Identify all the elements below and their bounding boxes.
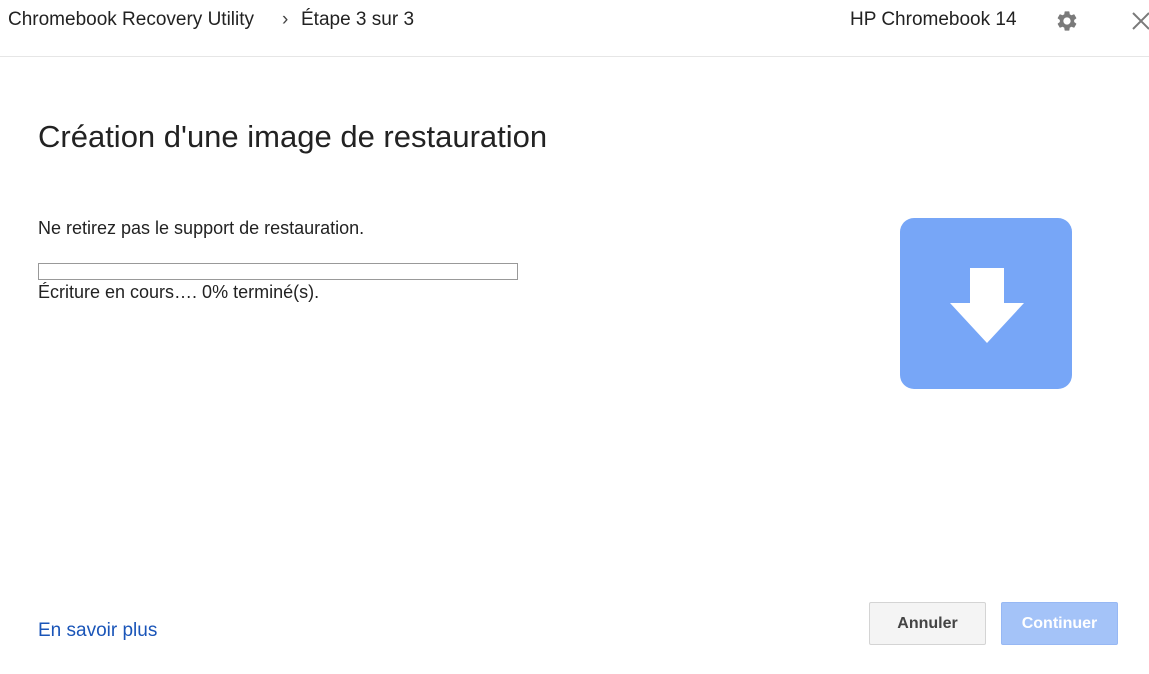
download-arrow-icon [900, 218, 1072, 389]
progress-status: Écriture en cours…. 0% terminé(s). [38, 282, 320, 302]
page-title: Création d'une image de restauration [38, 119, 548, 154]
step-label: Étape 3 sur 3 [301, 9, 415, 30]
close-icon[interactable] [1131, 11, 1149, 31]
app-title: Chromebook Recovery Utility [8, 9, 255, 30]
learn-more-link[interactable]: En savoir plus [38, 620, 157, 642]
cancel-button[interactable]: Annuler [869, 602, 986, 645]
header-bar: Chromebook Recovery Utility › Étape 3 su… [0, 0, 1149, 57]
breadcrumb-separator: › [282, 9, 289, 30]
instruction-text: Ne retirez pas le support de restauratio… [38, 218, 365, 238]
recovery-utility-window: Chromebook Recovery Utility › Étape 3 su… [0, 0, 1149, 674]
device-name: HP Chromebook 14 [850, 9, 1017, 30]
gear-icon[interactable] [1055, 9, 1079, 33]
progress-bar [38, 263, 518, 280]
continue-button[interactable]: Continuer [1001, 602, 1118, 645]
